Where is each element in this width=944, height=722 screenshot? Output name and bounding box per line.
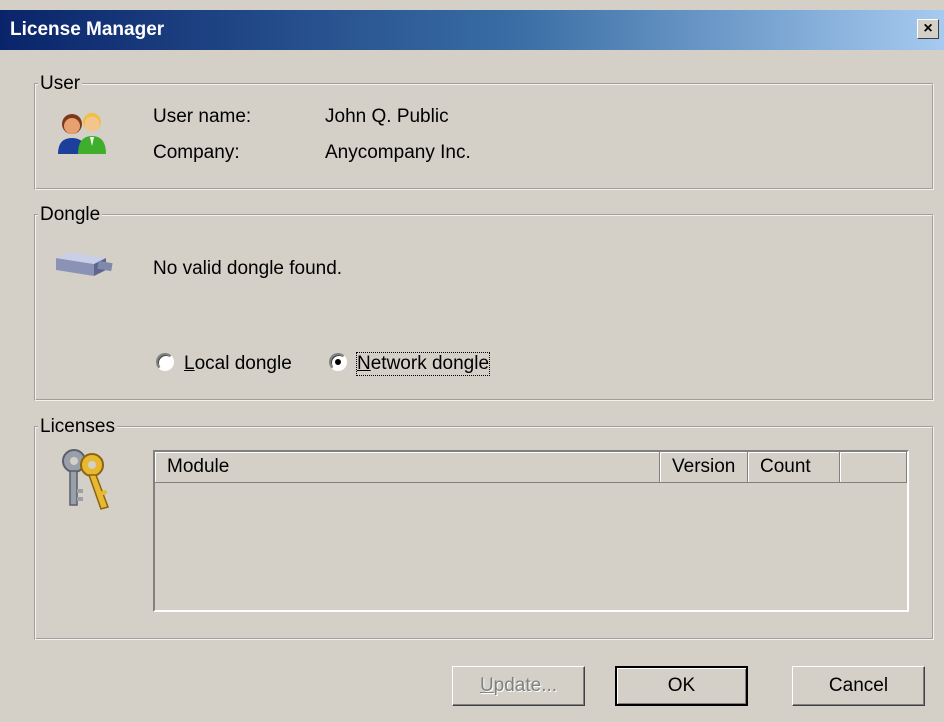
local-dongle-label[interactable]: Local dongle: [184, 353, 292, 375]
keys-icon: [62, 449, 109, 510]
dongle-status: No valid dongle found.: [153, 258, 343, 279]
column-header-filler: [840, 452, 907, 483]
local-dongle-radio[interactable]: [156, 353, 174, 371]
cancel-button[interactable]: Cancel: [792, 666, 925, 706]
company-label: Company:: [153, 142, 240, 163]
users-icon: [58, 113, 106, 154]
update-button[interactable]: Update...: [452, 666, 585, 706]
username-value: John Q. Public: [325, 106, 449, 127]
window-title: License Manager: [10, 19, 165, 40]
column-header-version[interactable]: Version: [660, 452, 748, 483]
licenses-group-legend: Licenses: [40, 416, 115, 437]
radio-selected-dot: [335, 359, 341, 365]
close-button[interactable]: ×: [917, 19, 939, 39]
license-manager-dialog: License Manager × User User name: John Q…: [0, 0, 944, 722]
user-groupbox: User: [34, 73, 934, 190]
ok-button[interactable]: OK: [615, 666, 748, 706]
column-header-module[interactable]: Module: [155, 452, 660, 483]
username-label: User name:: [153, 106, 252, 127]
network-dongle-label[interactable]: Network dongle: [355, 352, 491, 376]
licenses-list[interactable]: Module Version Count: [153, 450, 909, 612]
user-group-legend: User: [40, 73, 81, 94]
title-bar: License Manager: [0, 10, 944, 50]
usb-dongle-icon: [56, 252, 113, 276]
network-dongle-radio[interactable]: [329, 353, 347, 371]
dongle-group-legend: Dongle: [40, 204, 101, 225]
company-value: Anycompany Inc.: [325, 142, 471, 163]
column-header-count[interactable]: Count: [748, 452, 840, 483]
